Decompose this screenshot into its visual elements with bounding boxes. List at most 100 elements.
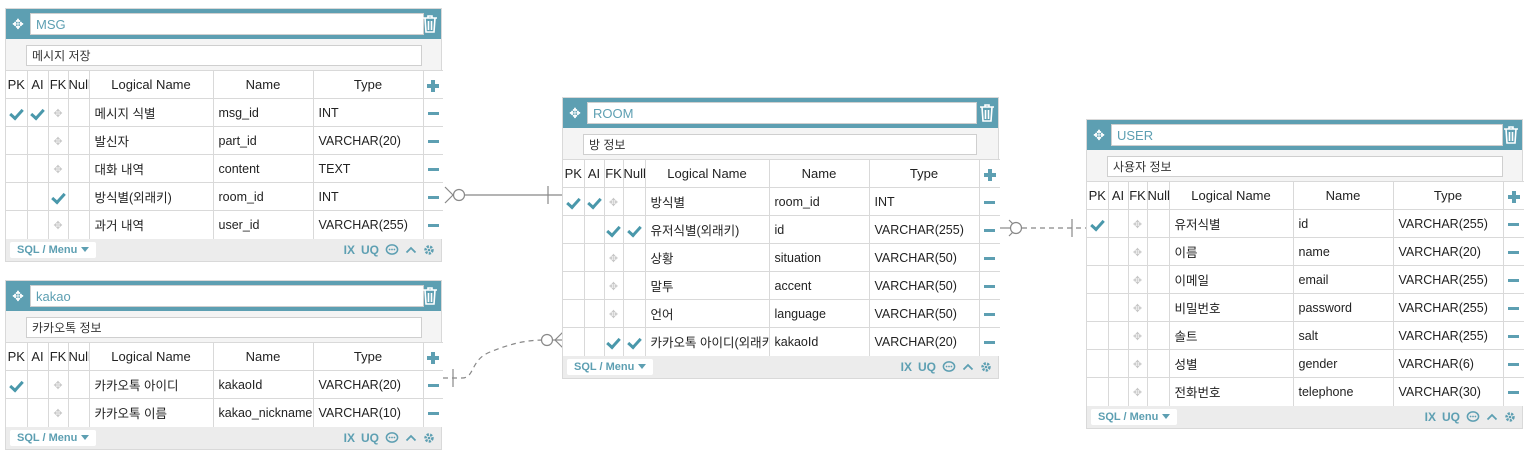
column-name-cell[interactable]: telephone [1293,377,1394,406]
ai-toggle[interactable] [1108,209,1129,238]
fk-toggle[interactable]: ✥ [48,126,69,155]
column-name-cell[interactable]: email [1293,265,1394,294]
fk-toggle[interactable]: ✥ [48,154,69,183]
index-button[interactable]: IX [344,242,355,258]
column-row[interactable]: 유저식별(외래키) id VARCHAR(255) [563,215,1000,244]
null-toggle[interactable] [1147,209,1170,238]
column-row[interactable]: ✥ 성별 gender VARCHAR(6) [1087,349,1524,378]
null-toggle[interactable] [1147,349,1170,378]
column-type-cell[interactable]: VARCHAR(20) [313,370,424,399]
sql-menu-button[interactable]: SQL / Menu [10,241,97,258]
remove-column-button[interactable] [1503,237,1524,266]
column-name-cell[interactable]: kakaoId [213,370,314,399]
column-row[interactable]: ✥ 발신자 part_id VARCHAR(20) [6,126,443,155]
fk-toggle[interactable]: ✥ [604,187,624,216]
null-toggle[interactable] [68,154,90,183]
fk-toggle[interactable]: ✥ [604,243,624,272]
null-toggle[interactable] [1147,321,1170,350]
column-row[interactable]: ✥ 카카오톡 이름 kakao_nickname VARCHAR(10) [6,398,443,427]
ai-toggle[interactable] [584,187,605,216]
pk-toggle[interactable] [563,215,585,244]
table-comment-input[interactable] [26,45,422,66]
remove-column-button[interactable] [1503,293,1524,322]
relation-user-room[interactable] [1000,219,1087,237]
table-name-input[interactable] [30,285,424,307]
null-toggle[interactable] [623,215,646,244]
pk-toggle[interactable] [1087,265,1109,294]
logical-name-cell[interactable]: 솔트 [1169,321,1294,350]
table-comment-input[interactable] [26,317,422,338]
unique-button[interactable]: UQ [1442,409,1460,425]
ai-toggle[interactable] [584,271,605,300]
pk-toggle[interactable] [1087,377,1109,406]
fk-toggle[interactable]: ✥ [1128,349,1148,378]
table-name-input[interactable] [587,102,977,124]
index-button[interactable]: IX [1425,409,1436,425]
fk-toggle[interactable] [604,327,624,356]
ai-toggle[interactable] [1108,237,1129,266]
ai-toggle[interactable] [27,154,49,183]
pk-toggle[interactable] [563,187,585,216]
pk-toggle[interactable] [1087,293,1109,322]
comment-icon[interactable] [385,431,399,445]
column-type-cell[interactable]: VARCHAR(20) [869,327,980,356]
column-type-cell[interactable]: TEXT [313,154,424,183]
logical-name-cell[interactable]: 대화 내역 [89,154,214,183]
null-toggle[interactable] [68,98,90,127]
logical-name-cell[interactable]: 비밀번호 [1169,293,1294,322]
ai-toggle[interactable] [27,126,49,155]
ai-toggle[interactable] [584,299,605,328]
fk-toggle[interactable]: ✥ [48,98,69,127]
unique-button[interactable]: UQ [361,242,379,258]
chevron-up-icon[interactable] [405,244,417,256]
column-row[interactable]: ✥ 비밀번호 password VARCHAR(255) [1087,293,1524,322]
comment-icon[interactable] [942,360,956,374]
column-row[interactable]: 방식별(외래키) room_id INT [6,182,443,211]
comment-icon[interactable] [385,243,399,257]
gear-icon[interactable] [423,244,435,256]
column-type-cell[interactable]: VARCHAR(10) [313,398,424,427]
column-row[interactable]: ✥ 메시지 식별 msg_id INT [6,98,443,127]
ai-toggle[interactable] [584,327,605,356]
column-name-cell[interactable]: content [213,154,314,183]
remove-column-button[interactable] [1503,209,1524,238]
column-type-cell[interactable]: VARCHAR(6) [1393,349,1504,378]
logical-name-cell[interactable]: 말투 [645,271,770,300]
remove-column-button[interactable] [979,327,1000,356]
column-type-cell[interactable]: VARCHAR(30) [1393,377,1504,406]
column-name-cell[interactable]: id [769,215,870,244]
pk-toggle[interactable] [6,182,28,211]
column-type-cell[interactable]: VARCHAR(255) [1393,265,1504,294]
logical-name-cell[interactable]: 방식별(외래키) [89,182,214,211]
pk-toggle[interactable] [563,271,585,300]
logical-name-cell[interactable]: 발신자 [89,126,214,155]
remove-column-button[interactable] [979,243,1000,272]
table-kakao[interactable]: ✥ PK AI FK Null Logical Name Name Type ✥… [5,280,443,450]
null-toggle[interactable] [623,299,646,328]
column-type-cell[interactable]: VARCHAR(255) [869,215,980,244]
column-row[interactable]: ✥ 솔트 salt VARCHAR(255) [1087,321,1524,350]
pk-toggle[interactable] [6,398,28,427]
unique-button[interactable]: UQ [918,359,936,375]
column-type-cell[interactable]: VARCHAR(255) [1393,293,1504,322]
column-name-cell[interactable]: password [1293,293,1394,322]
column-row[interactable]: ✥ 유저식별 id VARCHAR(255) [1087,209,1524,238]
column-name-cell[interactable]: kakao_nickname [213,398,314,427]
logical-name-cell[interactable]: 카카오톡 아이디(외래키) [645,327,770,356]
remove-column-button[interactable] [423,210,443,239]
move-icon[interactable]: ✥ [10,16,26,32]
column-type-cell[interactable]: VARCHAR(50) [869,243,980,272]
pk-toggle[interactable] [1087,349,1109,378]
remove-column-button[interactable] [979,299,1000,328]
logical-name-cell[interactable]: 상황 [645,243,770,272]
relation-room-msg[interactable] [444,186,563,204]
relation-kakao-room[interactable] [443,331,564,387]
add-column-button[interactable] [423,342,443,371]
null-toggle[interactable] [1147,237,1170,266]
comment-icon[interactable] [1466,410,1480,424]
remove-column-button[interactable] [423,126,443,155]
logical-name-cell[interactable]: 전화번호 [1169,377,1294,406]
column-row[interactable]: ✥ 대화 내역 content TEXT [6,154,443,183]
column-name-cell[interactable]: msg_id [213,98,314,127]
fk-toggle[interactable]: ✥ [1128,209,1148,238]
